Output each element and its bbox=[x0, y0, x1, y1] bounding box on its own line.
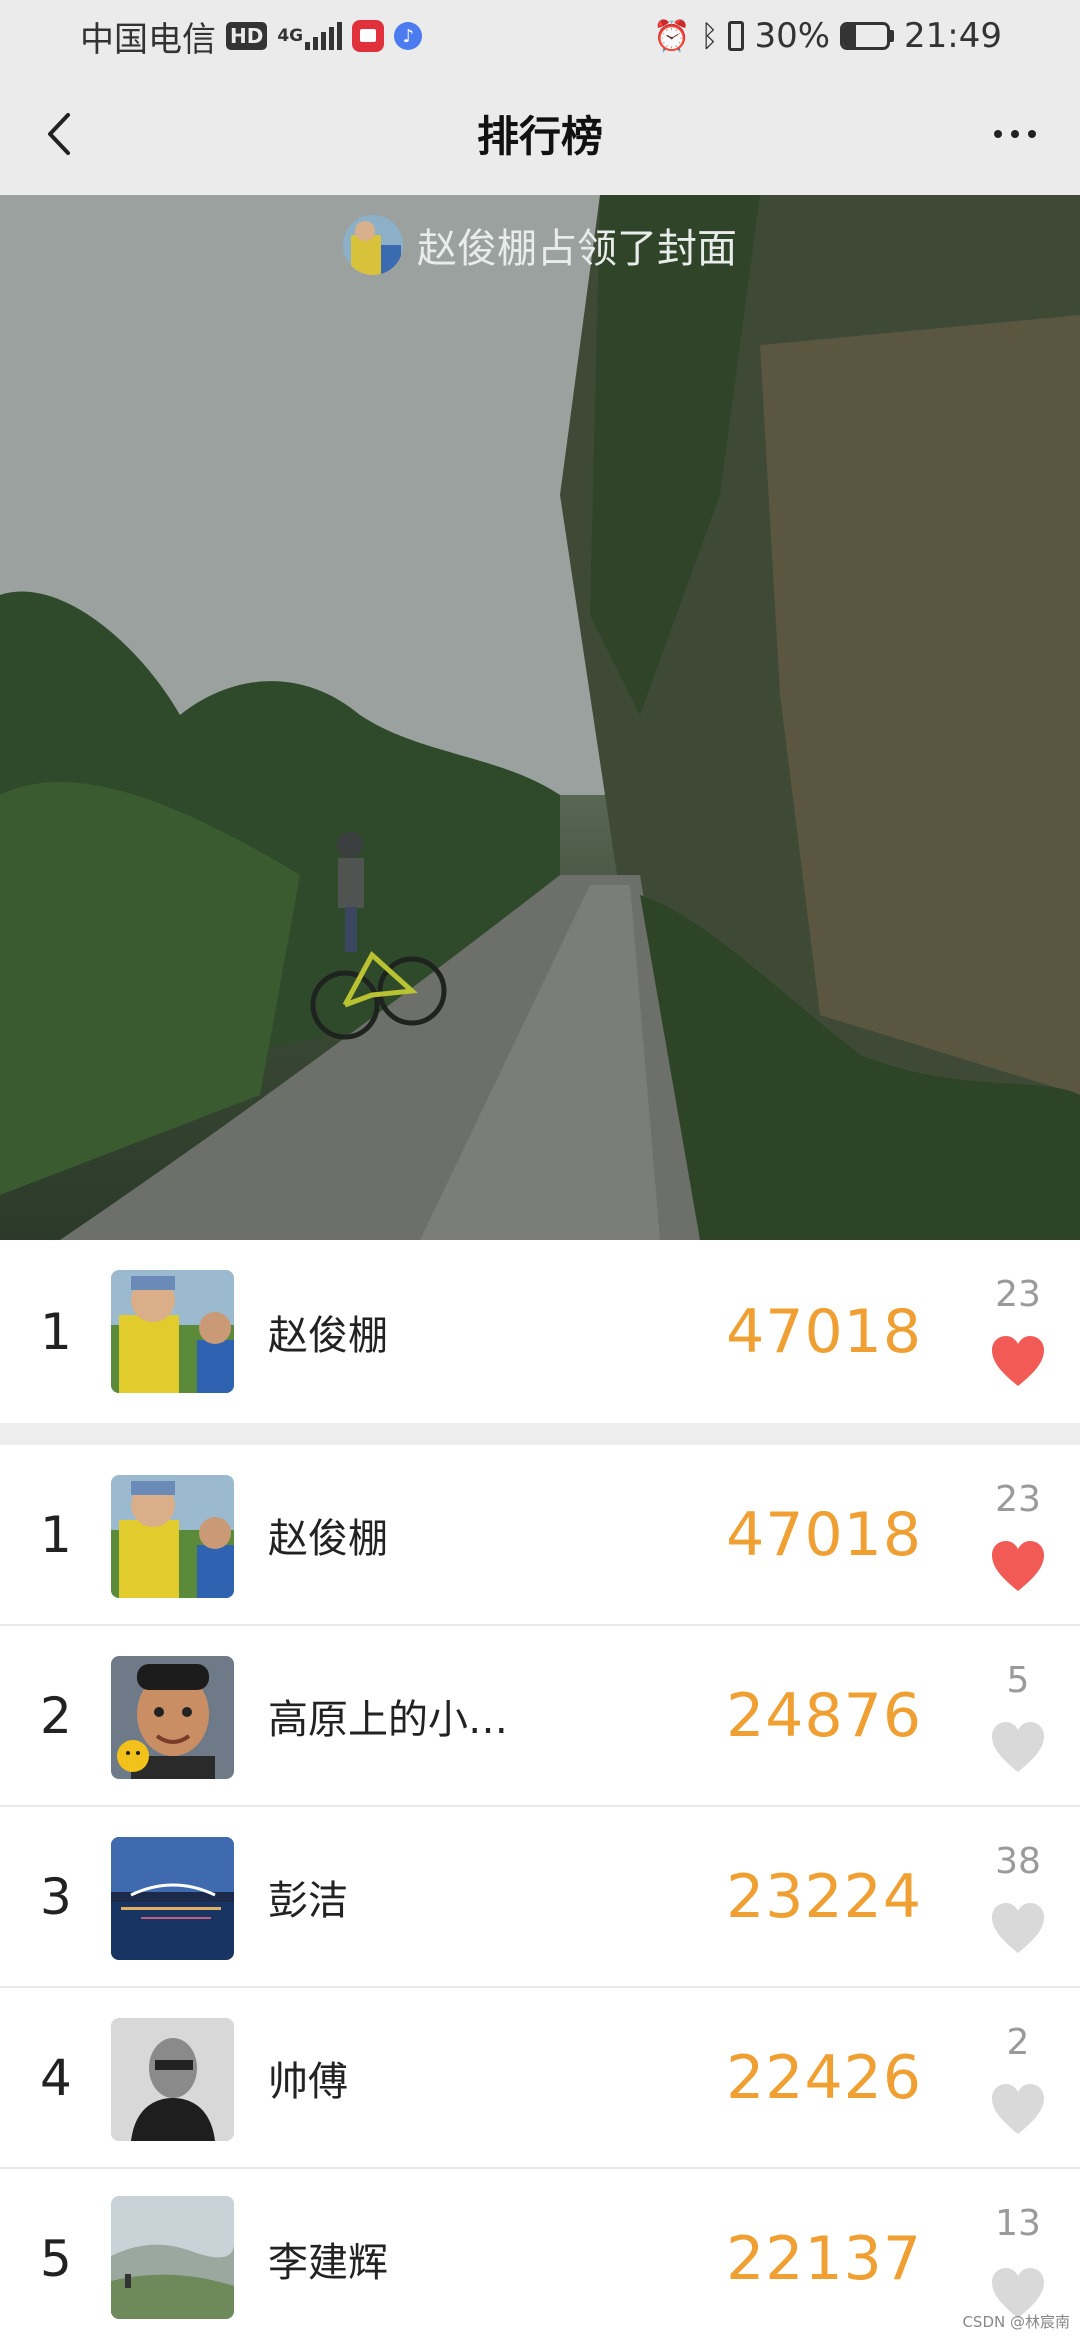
avatar bbox=[111, 1656, 234, 1779]
like-count: 23 bbox=[995, 1479, 1041, 1520]
ranking-row-5[interactable]: 5 李建辉 22137 13 bbox=[0, 2169, 1080, 2340]
watermark: CSDN @林宸南 bbox=[962, 2313, 1070, 2331]
like-count: 23 bbox=[995, 1274, 1041, 1315]
carrier-label: 中国电信 bbox=[80, 19, 216, 60]
signal-bars-icon bbox=[305, 22, 343, 50]
status-bar: 中国电信 HD 4G ♪ ⏰ ᛒ 30% 21:49 bbox=[0, 0, 1080, 72]
heart-icon[interactable] bbox=[988, 1899, 1048, 1959]
back-button[interactable] bbox=[30, 104, 90, 164]
battery-percent: 30% bbox=[754, 16, 831, 56]
chevron-left-icon bbox=[48, 113, 70, 155]
avatar bbox=[111, 1270, 234, 1393]
rank-number: 5 bbox=[40, 2230, 72, 2288]
avatar bbox=[111, 2196, 234, 2319]
step-count: 23224 bbox=[726, 1862, 922, 1932]
status-right: ⏰ ᛒ 30% 21:49 bbox=[653, 16, 1002, 56]
status-left: 中国电信 HD 4G ♪ bbox=[80, 12, 423, 61]
heart-icon[interactable] bbox=[988, 1332, 1048, 1392]
section-gap bbox=[0, 1423, 1080, 1445]
ranking-row-3[interactable]: 3 彭洁 23224 38 bbox=[0, 1807, 1080, 1987]
cover-image[interactable]: 赵俊棚占领了封面 bbox=[0, 195, 1080, 1240]
step-count: 22426 bbox=[726, 2043, 922, 2113]
page-title: 排行榜 bbox=[476, 112, 603, 161]
more-dots-icon bbox=[994, 130, 1002, 138]
step-count: 24876 bbox=[726, 1681, 922, 1751]
bluetooth-icon: ᛒ bbox=[700, 18, 719, 54]
cover-occupant-banner: 赵俊棚占领了封面 bbox=[0, 215, 1080, 275]
ranking-row-1[interactable]: 1 赵俊棚 47018 23 bbox=[0, 1445, 1080, 1625]
red-app-notification-icon bbox=[352, 20, 385, 52]
rank-number: 1 bbox=[40, 1302, 72, 1361]
cover-occupant-text: 赵俊棚占领了封面 bbox=[417, 226, 737, 272]
user-name: 高原上的小… bbox=[268, 1697, 508, 1743]
step-count: 47018 bbox=[726, 1500, 922, 1570]
heart-icon[interactable] bbox=[988, 2080, 1048, 2140]
heart-icon[interactable] bbox=[988, 1718, 1048, 1778]
like-count: 13 bbox=[995, 2203, 1041, 2244]
vibrate-icon bbox=[728, 21, 745, 51]
hd-badge: HD bbox=[226, 22, 268, 50]
like-count: 38 bbox=[995, 1841, 1041, 1882]
my-rank-row[interactable]: 1 赵俊棚 47018 23 bbox=[0, 1240, 1080, 1423]
rank-number: 2 bbox=[40, 1687, 72, 1745]
avatar bbox=[111, 1837, 234, 1960]
step-count: 47018 bbox=[726, 1296, 922, 1367]
top-app-bar: 排行榜 bbox=[0, 72, 1080, 195]
4g-signal-icon: 4G bbox=[277, 26, 304, 46]
more-options-button[interactable] bbox=[980, 104, 1050, 164]
user-name: 赵俊棚 bbox=[268, 1516, 388, 1562]
rank-number: 3 bbox=[40, 1868, 72, 1926]
avatar bbox=[111, 1475, 234, 1598]
user-name: 彭洁 bbox=[268, 1878, 348, 1924]
user-name: 李建辉 bbox=[268, 2240, 388, 2286]
ranking-row-4[interactable]: 4 帅傅 22426 2 bbox=[0, 1988, 1080, 2168]
cover-avatar bbox=[343, 215, 403, 275]
like-count: 5 bbox=[1006, 1660, 1030, 1701]
heart-icon[interactable] bbox=[988, 1537, 1048, 1597]
alarm-icon: ⏰ bbox=[653, 18, 691, 54]
step-count: 22137 bbox=[726, 2224, 922, 2294]
music-notification-icon: ♪ bbox=[394, 22, 423, 50]
clock: 21:49 bbox=[904, 16, 1002, 56]
user-name: 帅傅 bbox=[268, 2059, 348, 2105]
battery-icon bbox=[840, 22, 895, 50]
avatar bbox=[111, 2018, 234, 2141]
ranking-row-2[interactable]: 2 高原上的小… 24876 5 bbox=[0, 1626, 1080, 1806]
rank-number: 1 bbox=[40, 1506, 72, 1564]
cover-photo bbox=[0, 195, 1080, 1240]
rank-number: 4 bbox=[40, 2049, 72, 2107]
like-count: 2 bbox=[1006, 2022, 1030, 2063]
user-name: 赵俊棚 bbox=[268, 1312, 388, 1359]
